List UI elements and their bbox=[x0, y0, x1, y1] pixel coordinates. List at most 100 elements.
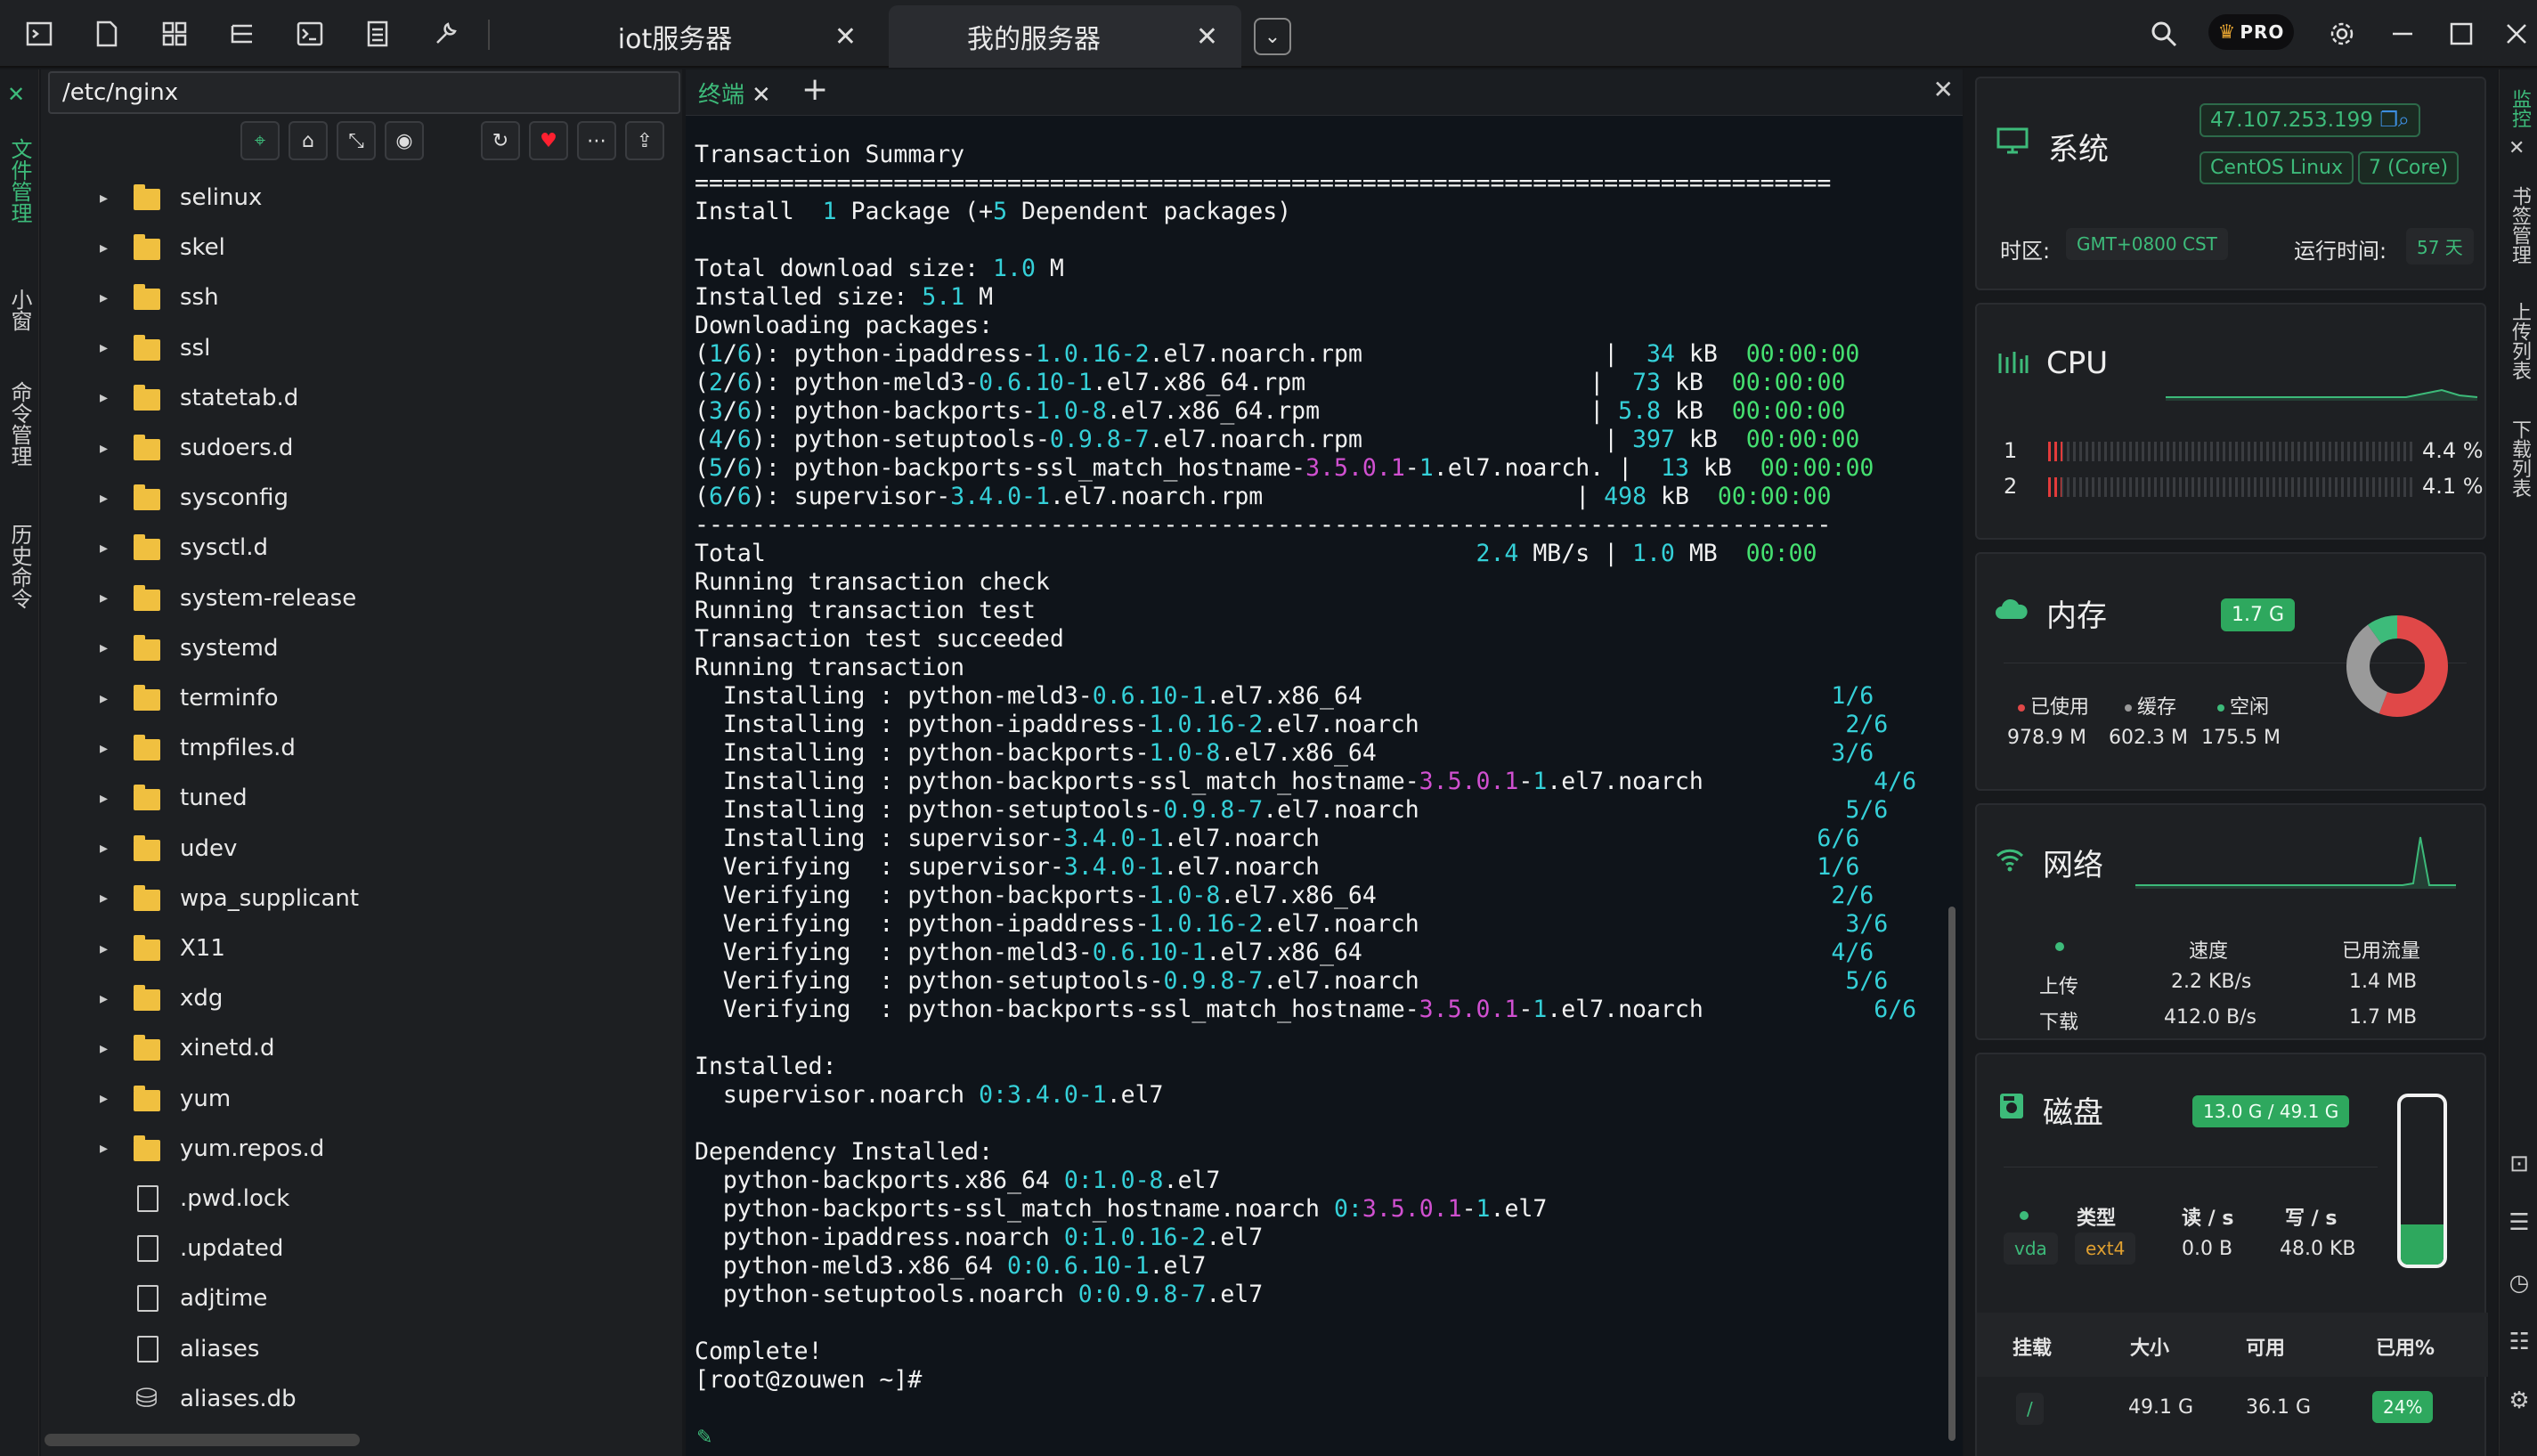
rail-bookmarks[interactable]: 书签管理 bbox=[2501, 176, 2537, 274]
terminal-output[interactable]: Transaction Summary =====================… bbox=[695, 141, 1950, 1395]
file-row[interactable]: ▸ tmpfiles.d bbox=[41, 723, 682, 773]
file-row[interactable]: .updated bbox=[41, 1224, 682, 1273]
collapse-icon[interactable]: ⤡ bbox=[337, 121, 376, 160]
more-icon[interactable]: ⋯ bbox=[577, 121, 616, 160]
file-row[interactable]: aliases bbox=[41, 1324, 682, 1374]
close-icon[interactable]: ✕ bbox=[834, 21, 857, 53]
file-icon[interactable] bbox=[91, 18, 123, 50]
tab-iot-server[interactable]: iot服务器 ✕ bbox=[533, 5, 880, 68]
expand-arrow-icon[interactable]: ▸ bbox=[100, 1039, 108, 1058]
vertical-scrollbar[interactable] bbox=[1948, 907, 1956, 1441]
list-icon[interactable] bbox=[362, 18, 394, 50]
terminal-tab[interactable]: 终端 ✕ bbox=[698, 77, 771, 110]
expand-arrow-icon[interactable]: ▸ bbox=[100, 639, 108, 657]
file-row[interactable]: ▸ X11 bbox=[41, 923, 682, 973]
heart-icon[interactable]: ♥ bbox=[529, 121, 568, 160]
pro-badge[interactable]: ♛ PRO bbox=[2208, 14, 2294, 50]
list-icon[interactable]: ☰ bbox=[2505, 1209, 2533, 1238]
file-row[interactable]: ▸ system-release bbox=[41, 573, 682, 623]
file-row[interactable]: ▸ selinux bbox=[41, 173, 682, 223]
copy-icon[interactable]: ❐ bbox=[2379, 109, 2398, 132]
expand-arrow-icon[interactable]: ▸ bbox=[100, 939, 108, 958]
expand-arrow-icon[interactable]: ▸ bbox=[100, 388, 108, 407]
file-row[interactable]: ▸ sysctl.d bbox=[41, 523, 682, 573]
rail-monitor[interactable]: 监控 bbox=[2501, 82, 2537, 135]
file-row[interactable]: ▸ statetab.d bbox=[41, 373, 682, 423]
terminal-icon[interactable]: ⊡ bbox=[2505, 1151, 2533, 1179]
console-icon[interactable] bbox=[294, 18, 326, 50]
search-icon[interactable] bbox=[2148, 18, 2180, 50]
horizontal-scrollbar[interactable] bbox=[45, 1434, 360, 1446]
rail-download-list[interactable]: 下载列表 bbox=[2501, 410, 2537, 508]
file-row[interactable]: ▸ sysconfig bbox=[41, 473, 682, 523]
file-row[interactable]: ▸ udev bbox=[41, 824, 682, 874]
rail-history[interactable]: 历史命令 bbox=[2, 495, 37, 638]
eye-icon[interactable]: ◉ bbox=[385, 121, 424, 160]
expand-arrow-icon[interactable]: ▸ bbox=[100, 739, 108, 758]
expand-arrow-icon[interactable]: ▸ bbox=[100, 689, 108, 708]
file-row[interactable]: ▸ yum.repos.d bbox=[41, 1124, 682, 1174]
locate-icon[interactable]: ⌖ bbox=[240, 121, 280, 160]
clock-icon[interactable]: ◷ bbox=[2505, 1270, 2533, 1298]
tabs-dropdown-button[interactable]: ⌄ bbox=[1254, 18, 1291, 55]
tab-my-server[interactable]: 我的服务器 ✕ bbox=[889, 5, 1241, 68]
expand-arrow-icon[interactable]: ▸ bbox=[100, 189, 108, 207]
search-icon[interactable]: ⌕ bbox=[2398, 109, 2410, 132]
expand-arrow-icon[interactable]: ▸ bbox=[100, 289, 108, 307]
expand-arrow-icon[interactable]: ▸ bbox=[100, 839, 108, 858]
file-row[interactable]: ▸ tuned bbox=[41, 773, 682, 823]
file-row[interactable]: ▸ xinetd.d bbox=[41, 1023, 682, 1073]
maximize-icon[interactable] bbox=[2445, 18, 2477, 50]
expand-arrow-icon[interactable]: ▸ bbox=[100, 338, 108, 357]
grid-icon[interactable] bbox=[159, 18, 191, 50]
file-row[interactable]: adjtime bbox=[41, 1273, 682, 1323]
rail-command-manager[interactable]: 命令管理 bbox=[2, 353, 37, 495]
file-row[interactable]: .pwd.lock bbox=[41, 1174, 682, 1224]
rail-mini-window[interactable]: 小窗 bbox=[2, 256, 37, 363]
terminal-icon[interactable] bbox=[23, 18, 55, 50]
stack-icon[interactable]: ☷ bbox=[2505, 1329, 2533, 1357]
expand-arrow-icon[interactable]: ▸ bbox=[100, 1139, 108, 1158]
close-icon[interactable]: ✕ bbox=[752, 82, 771, 109]
disk-usage-gauge bbox=[2397, 1094, 2447, 1268]
file-row[interactable]: ⛁ aliases.db bbox=[41, 1374, 682, 1424]
path-input[interactable]: /etc/nginx bbox=[48, 71, 680, 114]
add-tab-icon[interactable]: + bbox=[801, 71, 828, 108]
expand-arrow-icon[interactable]: ▸ bbox=[100, 889, 108, 907]
wrench-icon[interactable] bbox=[429, 18, 461, 50]
expand-arrow-icon[interactable]: ▸ bbox=[100, 239, 108, 257]
minimize-icon[interactable] bbox=[2387, 18, 2419, 50]
expand-arrow-icon[interactable]: ▸ bbox=[100, 439, 108, 458]
file-row[interactable]: ▸ skel bbox=[41, 223, 682, 272]
expand-arrow-icon[interactable]: ▸ bbox=[100, 1089, 108, 1108]
file-row[interactable]: ▸ yum bbox=[41, 1074, 682, 1124]
upload-icon[interactable]: ⇪ bbox=[625, 121, 664, 160]
close-panel-icon[interactable]: ✕ bbox=[1933, 75, 1954, 104]
pencil-icon[interactable]: ✎ bbox=[696, 1427, 712, 1449]
rail-file-manager[interactable]: 文件管理 bbox=[2, 114, 37, 248]
close-icon[interactable]: ✕ bbox=[7, 82, 25, 107]
expand-arrow-icon[interactable]: ▸ bbox=[100, 489, 108, 508]
expand-arrow-icon[interactable]: ▸ bbox=[100, 789, 108, 808]
tree-icon[interactable] bbox=[226, 18, 258, 50]
rail-upload-list[interactable]: 上传列表 bbox=[2501, 292, 2537, 390]
file-row[interactable]: ▸ ssh bbox=[41, 272, 682, 322]
file-row[interactable]: ▸ systemd bbox=[41, 623, 682, 673]
window-close-icon[interactable] bbox=[2500, 18, 2533, 50]
expand-arrow-icon[interactable]: ▸ bbox=[100, 989, 108, 1008]
gear-icon[interactable] bbox=[2326, 18, 2358, 50]
expand-arrow-icon[interactable]: ▸ bbox=[100, 539, 108, 557]
file-row[interactable]: ▸ xdg bbox=[41, 973, 682, 1023]
close-icon[interactable]: ✕ bbox=[1196, 21, 1218, 53]
home-icon[interactable]: ⌂ bbox=[289, 121, 328, 160]
refresh-icon[interactable]: ↻ bbox=[481, 121, 520, 160]
ip-badge[interactable]: 47.107.253.199 ❐⌕ bbox=[2200, 103, 2420, 137]
timezone-label: 时区: bbox=[2000, 239, 2051, 264]
expand-arrow-icon[interactable]: ▸ bbox=[100, 589, 108, 607]
file-row[interactable]: ▸ ssl bbox=[41, 323, 682, 373]
file-row[interactable]: ▸ sudoers.d bbox=[41, 423, 682, 473]
file-row[interactable]: ▸ terminfo bbox=[41, 673, 682, 723]
file-row[interactable]: ▸ wpa_supplicant bbox=[41, 874, 682, 923]
gear-icon[interactable]: ⚙ bbox=[2505, 1387, 2533, 1416]
close-icon[interactable]: ✕ bbox=[2509, 137, 2525, 159]
